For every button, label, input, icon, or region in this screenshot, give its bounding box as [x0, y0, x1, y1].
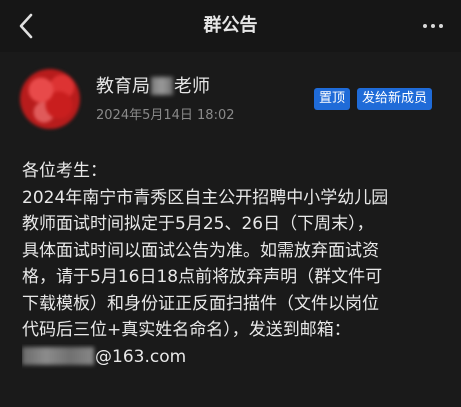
announcement-line: 下载模板）和身份证正反面扫描件（文件以岗位: [22, 293, 379, 314]
author-name-suffix: 老师: [174, 76, 210, 97]
author-name: 教育局 老师: [96, 72, 210, 98]
announcement-line: 各位考生：: [22, 161, 107, 181]
chevron-left-icon: [19, 13, 33, 39]
announcement-line: 具体面试时间以面试公告为准。如需放弃面试资: [22, 240, 379, 261]
announcement-line: 格，请于5月16日18点前将放弃声明（群文件可: [22, 267, 383, 287]
announcement-line: 代码后三位+真实姓名命名），发送到邮箱：: [22, 320, 351, 340]
page-title: 群公告: [203, 15, 258, 36]
email-line: @163.com: [22, 344, 442, 371]
top-nav-bar: 群公告: [0, 0, 461, 52]
back-button[interactable]: [8, 8, 44, 44]
pinned-badge: 置顶: [314, 88, 351, 110]
announcement-line: 教师面试时间拟定于5月25、26日（下周末），: [22, 214, 374, 234]
avatar[interactable]: [20, 69, 80, 129]
more-dots-icon: [423, 24, 427, 28]
email-domain[interactable]: @163.com: [95, 347, 186, 367]
sent-to-new-members-badge: 发给新成员: [357, 88, 433, 110]
more-options-button[interactable]: [413, 8, 453, 44]
name-redaction-blur: [151, 77, 173, 95]
post-timestamp: 2024年5月14日 18:02: [96, 108, 235, 123]
announcement-line: 2024年南宁市青秀区自主公开招聘中小学幼儿园: [22, 187, 389, 208]
author-name-prefix: 教育局: [96, 76, 150, 97]
announcement-body: 各位考生： 2024年南宁市青秀区自主公开招聘中小学幼儿园 教师面试时间拟定于5…: [22, 158, 442, 370]
email-redaction-blur: [22, 346, 94, 365]
announcement-screen: 群公告 教育局 老师 2024年5月14日 18:02 置顶 发给新成员 各位考生…: [0, 0, 461, 407]
